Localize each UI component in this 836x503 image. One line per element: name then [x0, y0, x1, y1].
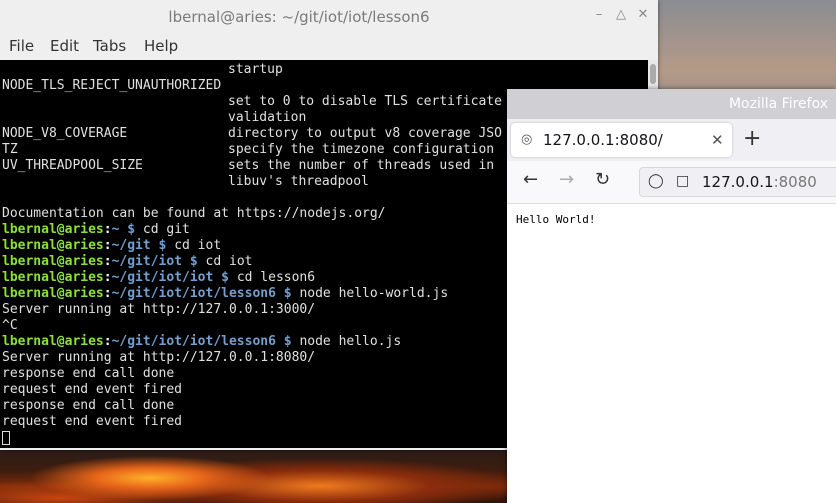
terminal-line: request end event fired [2, 414, 183, 429]
back-arrow-icon[interactable]: ← [523, 170, 538, 190]
maximize-icon[interactable]: △ [614, 8, 628, 22]
terminal-cursor-line [2, 430, 10, 446]
page-icon[interactable]: □ [676, 173, 689, 189]
terminal-line: TZ specify the timezone configuration [2, 142, 495, 157]
terminal-line: ^C [2, 318, 18, 333]
terminal-line: NODE_TLS_REJECT_UNAUTHORIZED [2, 78, 222, 93]
terminal-menubar: File Edit Tabs Help [0, 32, 658, 60]
reload-icon[interactable]: ↻ [595, 170, 610, 190]
terminal-prompt-line: lbernal@aries:~/git/iot/iot $ cd lesson6 [2, 270, 316, 285]
close-icon[interactable]: ✕ [636, 8, 650, 22]
tab-localhost[interactable]: ◎ 127.0.0.1:8080/ ✕ [511, 123, 732, 157]
terminal-line: Server running at http://127.0.0.1:3000/ [2, 302, 316, 317]
firefox-tabstrip: ◎ 127.0.0.1:8080/ ✕ + [507, 119, 836, 161]
plus-icon[interactable]: + [743, 127, 761, 151]
globe-icon: ◎ [521, 132, 533, 147]
terminal-prompt-line: lbernal@aries:~/git/iot/iot/lesson6 $ no… [2, 334, 402, 349]
terminal-prompt-line: lbernal@aries:~ $ cd git [2, 222, 190, 237]
terminal-prompt-line: lbernal@aries:~/git/iot $ cd iot [2, 254, 253, 269]
terminal-line: Server running at http://127.0.0.1:8080/ [2, 350, 316, 365]
shield-icon[interactable]: ◯ [648, 173, 664, 189]
menu-tabs[interactable]: Tabs [93, 37, 126, 55]
close-icon[interactable]: ✕ [711, 131, 724, 149]
firefox-page-content: Hello World! [507, 204, 836, 503]
firefox-window: Mozilla Firefox ◎ 127.0.0.1:8080/ ✕ + ← … [507, 89, 836, 503]
terminal-line: Documentation can be found at https://no… [2, 206, 386, 221]
page-text: Hello World! [516, 213, 596, 226]
menu-file[interactable]: File [9, 37, 34, 55]
terminal-line: response end call done [2, 366, 175, 381]
terminal-cursor [2, 430, 10, 445]
terminal-line: UV_THREADPOOL_SIZE sets the number of thr… [2, 158, 495, 173]
url-text[interactable]: 127.0.0.1:8080 [702, 173, 817, 191]
terminal-prompt-line: lbernal@aries:~/git $ cd iot [2, 238, 222, 253]
terminal-titlebar[interactable]: lbernal@aries: ~/git/iot/iot/lesson6 – △… [0, 0, 658, 32]
terminal-line: request end event fired [2, 382, 183, 397]
terminal-scrollbar-thumb[interactable] [650, 64, 656, 84]
forward-arrow-icon[interactable]: → [559, 170, 574, 190]
menu-edit[interactable]: Edit [50, 37, 79, 55]
firefox-titlebar[interactable]: Mozilla Firefox [507, 89, 836, 119]
terminal-line: response end call done [2, 398, 175, 413]
firefox-navbar: ← → ↻ ◯ □ 127.0.0.1:8080 [507, 161, 836, 204]
terminal-title: lbernal@aries: ~/git/iot/iot/lesson6 [168, 8, 430, 26]
wallpaper-sunset [0, 448, 510, 503]
terminal-line: NODE_V8_COVERAGE directory to output v8 c… [2, 126, 502, 141]
url-bar[interactable]: ◯ □ 127.0.0.1:8080 [639, 167, 836, 197]
firefox-title: Mozilla Firefox [728, 96, 828, 112]
minimize-icon[interactable]: – [592, 8, 606, 22]
terminal-prompt-line: lbernal@aries:~/git/iot/iot/lesson6 $ no… [2, 286, 449, 301]
menu-help[interactable]: Help [144, 37, 178, 55]
tab-label: 127.0.0.1:8080/ [543, 131, 663, 149]
